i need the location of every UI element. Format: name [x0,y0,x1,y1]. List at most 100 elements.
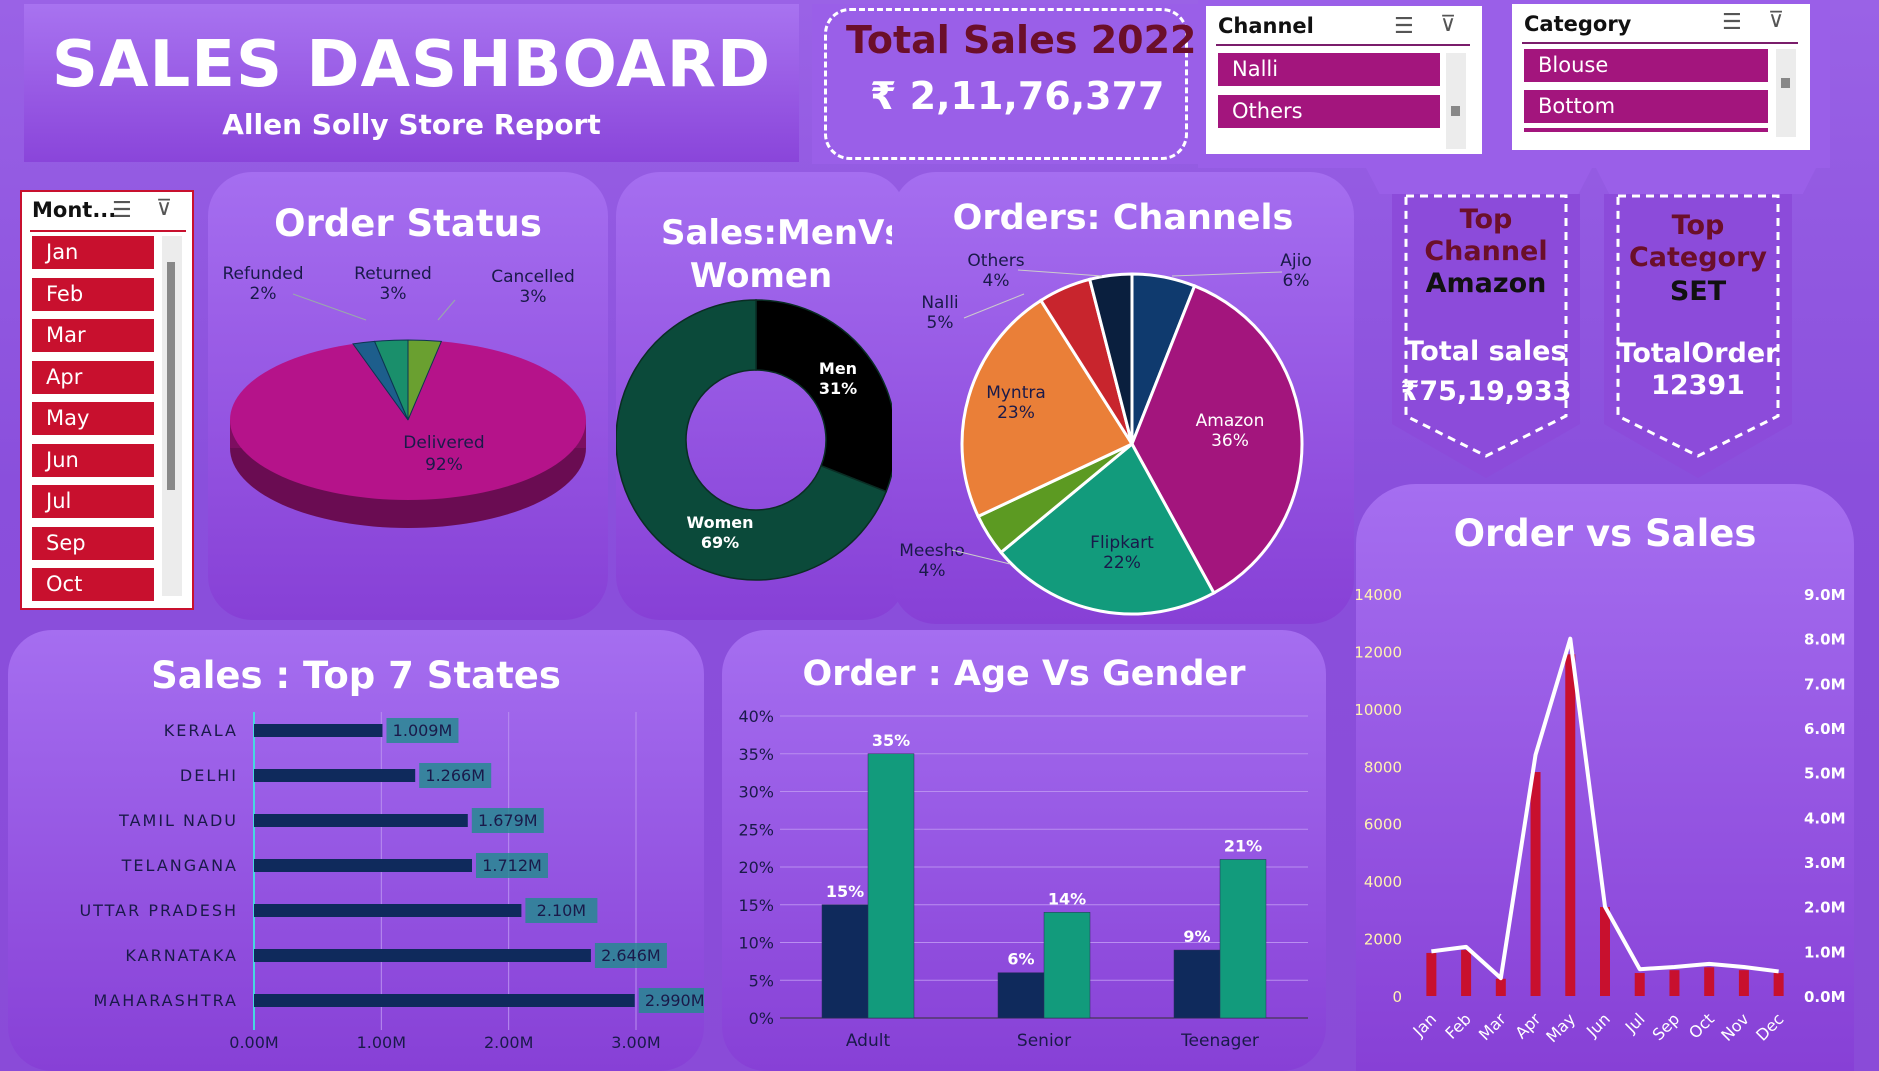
x-tick-label: Feb [1441,1009,1474,1042]
label-refunded: Refunded [222,264,303,284]
age-bar [1043,912,1091,1019]
y-right-tick-label: 1.0M [1804,943,1846,961]
state-label: KERALA [164,721,238,740]
state-bar [254,994,635,1007]
leader-line [963,293,1025,319]
label-ajio: Ajio [1280,251,1311,271]
y-left-tick-label: 14000 [1356,586,1402,604]
top-channel-metric-label: Total sales [1405,336,1567,367]
order-sales-chart: 0 2000 4000 6000 8000 10000 12000 14000 0.0M 1.0M… [1356,586,1846,1046]
y-tick-label: 30% [738,783,774,802]
state-label: MAHARASHTRA [93,991,238,1010]
y-right-tick-label: 9.0M [1804,586,1846,604]
header-banner: SALES DASHBOARD Allen Solly Store Report [24,4,799,162]
y-tick-label: 0% [749,1009,774,1028]
multi-select-icon[interactable]: ☰ [1722,10,1742,35]
x-tick-label: Senior [1017,1031,1071,1051]
month-item-jun[interactable]: Jun [32,443,154,477]
age-chart: 0% 5% 10% 15% 20% 25% 30% 35% 40% 15% 35% Adult 6% 14… [738,707,1308,1051]
category-item-blouse[interactable]: Blouse [1524,49,1768,82]
top-category-name: SET [1669,276,1727,307]
order-status-panel: Order Status Delivered 92% Refunded 2% Retur… [208,172,608,620]
order-sales-panel: Order vs Sales 0 2000 4000 6000 8000 10000 120… [1356,484,1854,1071]
top-channel-name: Amazon [1425,268,1547,299]
clear-filter-icon[interactable]: ⊽ [1768,8,1784,33]
label-refunded-pct: 2% [250,284,277,304]
y-tick-label: 20% [738,858,774,877]
y-right-tick-label: 8.0M [1804,631,1846,649]
x-tick-label: Nov [1717,1009,1753,1045]
age-value-label: 9% [1183,927,1210,946]
label-myntra: Myntra [986,383,1046,403]
order-bar [1669,970,1680,996]
category-slicer[interactable]: Category ☰ ⊽ Blouse Bottom [1512,4,1810,150]
channel-slicer[interactable]: Channel ☰ ⊽ Nalli Others [1206,6,1482,154]
top-channel-metric-value: ₹75,19,933 [1400,376,1572,407]
month-item-mar[interactable]: Mar [32,319,154,352]
channel-slicer-scrollbar[interactable] [1446,53,1466,149]
month-item-feb[interactable]: Feb [32,277,154,311]
category-item-bottom[interactable]: Bottom [1524,90,1768,123]
label-others: Others [967,251,1024,271]
dashboard-subtitle: Allen Solly Store Report [222,108,601,141]
channel-item-others[interactable]: Others [1218,95,1440,128]
label-cancelled-pct: 3% [520,287,547,307]
leader-line [1017,269,1103,277]
y-tick-label: 25% [738,820,774,839]
label-returned-pct: 3% [380,284,407,304]
category-slicer-title: Category [1524,12,1632,36]
month-item-jul[interactable]: Jul [32,485,154,518]
clear-filter-icon[interactable]: ⊽ [1440,12,1456,37]
label-women-pct: 69% [701,533,739,552]
month-item-jan[interactable]: Jan [32,236,154,269]
month-slicer[interactable]: Mont... ☰ ⊽ Jan Feb Mar Apr May Jun Jul Sep Oct [20,190,194,610]
label-flipkart: Flipkart [1090,533,1154,553]
total-sales-card: Total Sales 2022 ₹ 2,11,76,377 [812,4,1232,164]
age-bar [997,972,1045,1019]
channel-item-nalli[interactable]: Nalli [1218,53,1440,86]
age-bar [1219,859,1267,1019]
state-bar [254,904,522,917]
states-chart: 0.00M 1.00M 2.00M 3.00M KERALA 1.009M DELHI 1.2… [79,712,704,1052]
y-left-tick-label: 2000 [1364,931,1402,949]
total-sales-label: Total Sales 2022 [846,18,1197,62]
top-category-metric-label: TotalOrder [1617,338,1779,369]
age-panel: Order : Age Vs Gender 0% 5% 10% 15% 20% 25% 30… [722,630,1326,1071]
category-slicer-scrollbar[interactable] [1776,49,1796,137]
month-item-oct[interactable]: Oct [32,568,154,601]
x-tick-label: Adult [846,1031,891,1051]
x-tick-label: 1.00M [357,1033,406,1052]
label-meesho-pct: 4% [919,561,946,581]
state-value-label: 2.646M [601,946,661,965]
label-ajio-pct: 6% [1283,271,1310,291]
label-myntra-pct: 23% [997,403,1035,423]
order-bar [1426,952,1437,996]
state-bar [254,859,472,872]
order-bar [1704,967,1715,996]
month-item-may[interactable]: May [32,402,154,435]
multi-select-icon[interactable]: ☰ [112,198,132,223]
month-item-sep[interactable]: Sep [32,526,154,560]
month-item-apr[interactable]: Apr [32,360,154,394]
x-tick-label: Jun [1582,1009,1614,1041]
x-tick-label: May [1542,1009,1579,1046]
top-category-metric-value: 12391 [1651,370,1745,401]
order-bar [1461,950,1472,996]
y-left-tick-label: 8000 [1364,758,1402,776]
y-tick-label: 35% [738,745,774,764]
dashboard-title: SALES DASHBOARD [51,28,772,102]
age-value-label: 6% [1007,950,1034,969]
state-bar [254,769,416,782]
channels-chart: Amazon36%Flipkart22%Meesho4%Myntra23%Nal… [899,251,1312,616]
x-tick-label: 2.00M [484,1033,533,1052]
x-tick-label: Mar [1475,1009,1510,1044]
state-value-label: 1.009M [393,721,453,740]
clear-filter-icon[interactable]: ⊽ [156,196,172,221]
multi-select-icon[interactable]: ☰ [1394,14,1414,39]
order-bar [1634,973,1645,996]
state-label: UTTAR PRADESH [79,901,238,920]
state-bar [254,814,468,827]
label-flipkart-pct: 22% [1103,553,1141,573]
label-others-pct: 4% [983,271,1010,291]
age-value-label: 35% [872,731,910,750]
